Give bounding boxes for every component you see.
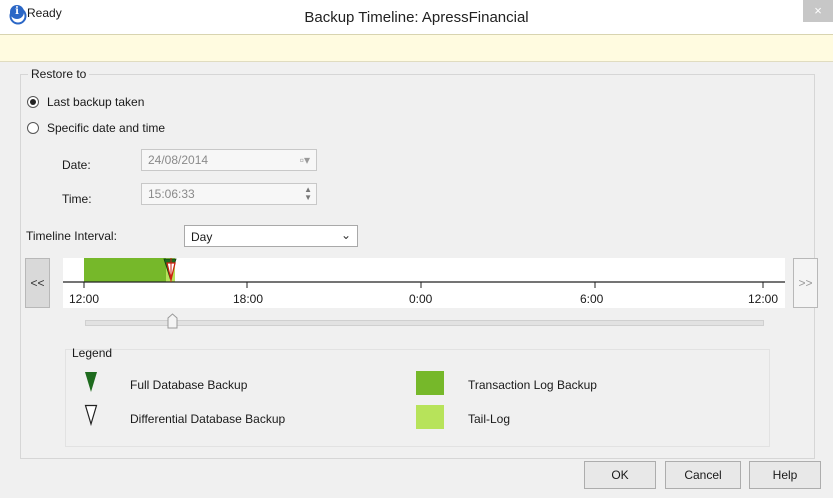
close-button[interactable]: × [803,0,833,22]
info-icon: i [10,5,24,19]
transaction-log-segment [84,258,166,282]
interval-value: Day [191,230,213,244]
timeline-prev-button[interactable]: << [25,258,50,308]
date-picker[interactable]: 24/08/2014 ▫▾ [141,149,317,171]
timeline-slider-track[interactable] [85,320,764,326]
tick-label: 0:00 [409,292,433,306]
time-label: Time: [62,192,92,206]
tail-log-swatch [416,405,444,429]
help-button[interactable]: Help [749,461,821,489]
legend-tail-log: Tail-Log [468,412,511,426]
timeline-interval-label: Timeline Interval: [26,229,117,243]
tick-label: 6:00 [580,292,604,306]
differential-backup-icon [84,404,98,426]
spinner-icon[interactable]: ▲ ▼ [304,186,312,202]
restore-group-label: Restore to [28,67,90,81]
time-value: 15:06:33 [148,187,195,201]
calendar-dropdown-icon[interactable]: ▫▾ [300,153,310,167]
window-title: Backup Timeline: ApressFinancial [304,9,529,26]
chevron-down-icon: ⌄ [340,228,351,242]
tick-label: 12:00 [69,292,100,306]
timeline-interval-select[interactable]: Day ⌄ [184,225,358,247]
ok-button[interactable]: OK [584,461,656,489]
timeline-next-button[interactable]: >> [793,258,818,308]
time-field[interactable]: 15:06:33 ▲ ▼ [141,183,317,205]
legend-box [65,349,770,447]
specific-date-label[interactable]: Specific date and time [47,121,165,135]
legend-differential-backup: Differential Database Backup [130,412,286,426]
tick-label: 18:00 [233,292,264,306]
date-label: Date: [62,158,91,172]
specific-date-radio[interactable] [27,122,39,134]
transaction-log-swatch [416,371,444,395]
full-backup-icon [85,372,97,392]
tick-label: 12:00 [748,292,779,306]
legend-full-backup: Full Database Backup [130,378,248,392]
timeline-slider-thumb[interactable] [167,313,178,329]
cancel-button[interactable]: Cancel [665,461,741,489]
legend-title: Legend [72,346,113,360]
date-value: 24/08/2014 [148,153,209,167]
legend-transaction-log: Transaction Log Backup [468,378,597,392]
status-bar [0,34,833,62]
status-text: Ready [27,6,62,20]
last-backup-label[interactable]: Last backup taken [47,95,144,109]
last-backup-radio[interactable] [27,96,39,108]
